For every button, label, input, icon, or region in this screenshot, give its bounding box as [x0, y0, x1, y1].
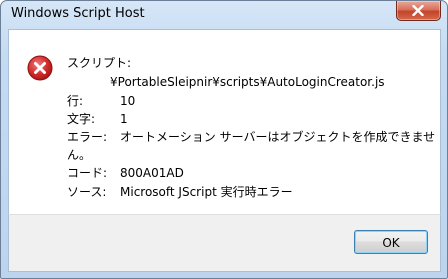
source-label: ソース:	[67, 185, 107, 199]
source-value: Microsoft JScript 実行時エラー	[120, 185, 293, 199]
char-value: 1	[120, 112, 128, 126]
close-button[interactable]	[396, 1, 441, 21]
script-path: ¥PortableSleipnir¥scripts¥AutoLoginCreat…	[110, 75, 385, 89]
line-label: 行:	[67, 94, 84, 108]
error-text-line2: ん。	[67, 148, 92, 162]
error-label: エラー:	[67, 130, 108, 144]
line-value: 10	[120, 94, 136, 108]
message-area: スクリプト: ¥PortableSleipnir¥scripts¥AutoLog…	[8, 29, 441, 215]
title-bar[interactable]: Windows Script Host	[1, 1, 447, 29]
window-title: Windows Script Host	[11, 6, 145, 21]
script-label: スクリプト:	[67, 56, 132, 70]
code-value: 800A01AD	[120, 166, 184, 180]
error-text-line1: オートメーション サーバーはオブジェクトを作成できませ	[120, 130, 436, 144]
button-bar: OK	[8, 214, 441, 272]
ok-button[interactable]: OK	[354, 230, 428, 254]
char-label: 文字:	[67, 112, 96, 126]
dialog-window: Windows Script Host スクリプト: ¥PortableSlei…	[0, 0, 448, 279]
code-label: コード:	[67, 166, 108, 180]
error-icon	[27, 55, 53, 81]
close-icon	[412, 5, 424, 16]
